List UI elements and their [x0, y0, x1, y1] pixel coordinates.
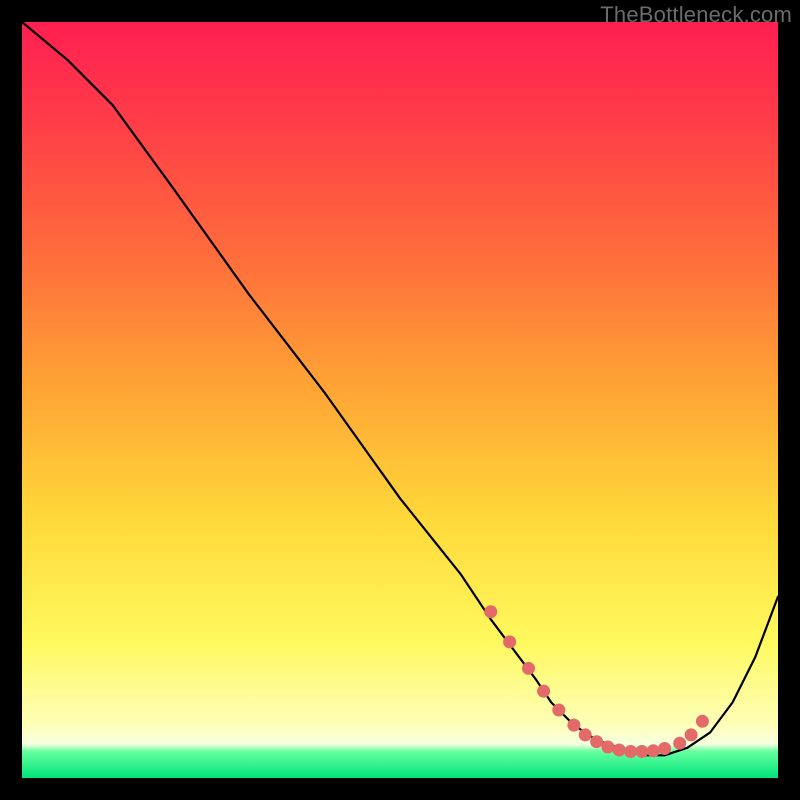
valley-dots: [484, 605, 709, 758]
valley-dot: [635, 745, 648, 758]
valley-dot: [484, 605, 497, 618]
valley-dot: [658, 742, 671, 755]
valley-dot: [613, 744, 626, 757]
chart-stage: TheBottleneck.com: [0, 0, 800, 800]
valley-dot: [552, 704, 565, 717]
valley-dot: [685, 728, 698, 741]
bottleneck-curve: [22, 22, 778, 755]
valley-dot: [647, 744, 660, 757]
valley-dot: [522, 662, 535, 675]
valley-dot: [624, 745, 637, 758]
valley-dot: [567, 719, 580, 732]
valley-dot: [579, 728, 592, 741]
watermark-text: TheBottleneck.com: [600, 2, 792, 28]
valley-dot: [601, 741, 614, 754]
valley-dot: [503, 635, 516, 648]
valley-dot: [537, 685, 550, 698]
valley-dot: [590, 735, 603, 748]
valley-dot: [673, 737, 686, 750]
chart-overlay: [22, 22, 778, 778]
valley-dot: [696, 715, 709, 728]
